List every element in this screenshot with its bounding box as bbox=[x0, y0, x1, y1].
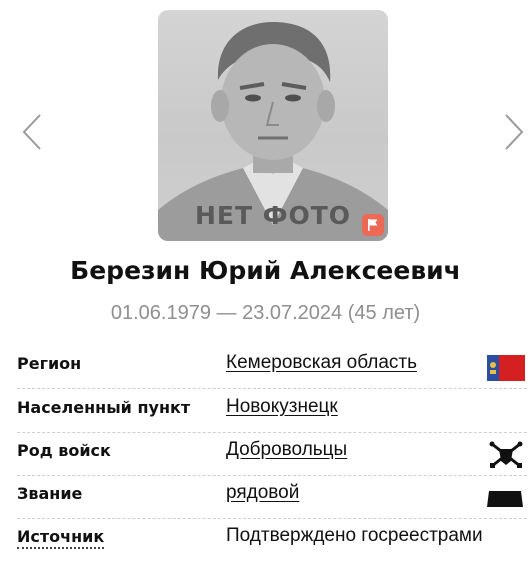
detail-row-troops: Род войск Добровольцы bbox=[17, 434, 527, 476]
troops-label: Род войск bbox=[17, 441, 111, 460]
rank-insignia-icon bbox=[487, 491, 523, 507]
source-value: Подтверждено госреестрами bbox=[226, 525, 483, 546]
crossed-swords-emblem-icon bbox=[489, 441, 523, 468]
rank-label: Звание bbox=[17, 484, 83, 503]
report-flag-icon[interactable] bbox=[362, 214, 384, 236]
person-name: Березин Юрий Алексеевич bbox=[70, 256, 461, 285]
portrait-placeholder: НЕТ ФОТО bbox=[158, 10, 388, 241]
detail-row-region: Регион Кемеровская область bbox=[17, 347, 527, 389]
detail-row-settlement: Населенный пункт Новокузнецк bbox=[17, 391, 527, 433]
region-link[interactable]: Кемеровская область bbox=[226, 352, 417, 374]
life-dates: 01.06.1979 — 23.07.2024 (45 лет) bbox=[110, 302, 421, 324]
source-label[interactable]: Источник bbox=[17, 527, 105, 549]
detail-row-source: Источник Подтверждено госреестрами bbox=[17, 520, 527, 562]
next-arrow-icon[interactable] bbox=[500, 112, 526, 152]
region-label: Регион bbox=[17, 354, 82, 373]
settlement-link[interactable]: Новокузнецк bbox=[226, 396, 338, 418]
detail-row-rank: Звание рядовой bbox=[17, 477, 527, 519]
troops-link[interactable]: Добровольцы bbox=[226, 439, 347, 461]
settlement-label: Населенный пункт bbox=[17, 398, 191, 417]
previous-arrow-icon[interactable] bbox=[20, 112, 46, 152]
no-photo-label: НЕТ ФОТО bbox=[194, 201, 352, 230]
rank-link[interactable]: рядовой bbox=[226, 482, 299, 504]
region-flag-icon bbox=[487, 355, 525, 381]
